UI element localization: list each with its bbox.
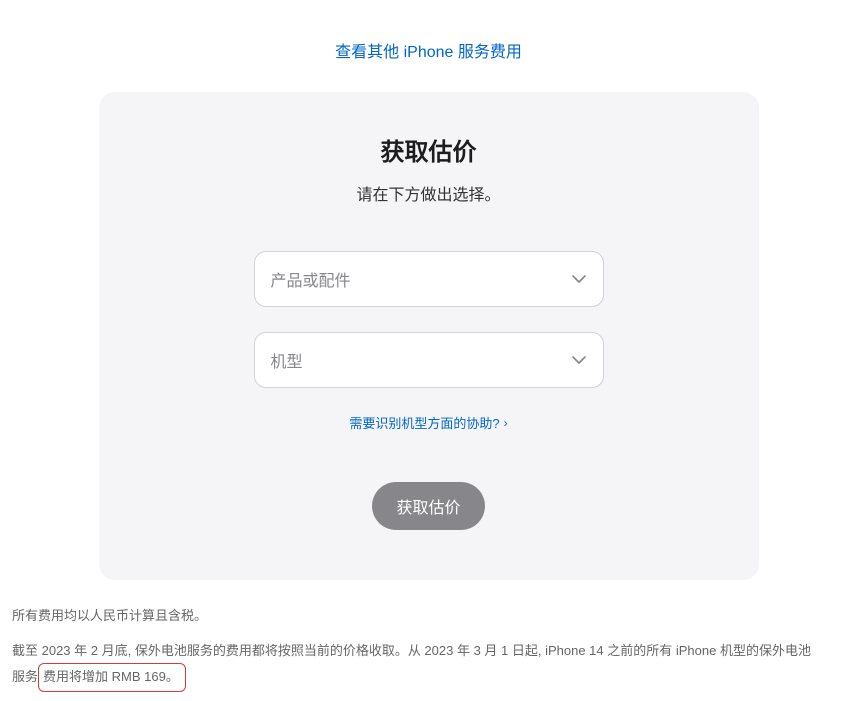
footnote-line1: 所有费用均以人民币计算且含税。 [12, 604, 812, 629]
get-estimate-button[interactable]: 获取估价 [372, 482, 484, 530]
footnote-line2: 截至 2023 年 2 月底, 保外电池服务的费用都将按照当前的价格收取。从 2… [12, 639, 812, 692]
highlighted-price-change: 费用将增加 RMB 169。 [38, 663, 186, 692]
chevron-right-icon: › [504, 416, 508, 430]
product-select-placeholder: 产品或配件 [271, 267, 351, 291]
card-subtitle: 请在下方做出选择。 [139, 181, 719, 205]
estimate-card: 获取估价 请在下方做出选择。 产品或配件 机型 需要识别机型方面的协助? › 获… [99, 92, 759, 580]
model-select[interactable]: 机型 [254, 332, 604, 388]
help-link-text: 需要识别机型方面的协助? [349, 413, 499, 432]
product-select[interactable]: 产品或配件 [254, 251, 604, 307]
other-fees-link[interactable]: 查看其他 iPhone 服务费用 [335, 44, 522, 61]
model-select-placeholder: 机型 [271, 348, 303, 372]
card-title: 获取估价 [139, 132, 719, 167]
identify-model-help-link[interactable]: 需要识别机型方面的协助? › [349, 413, 507, 432]
footnote: 所有费用均以人民币计算且含税。 截至 2023 年 2 月底, 保外电池服务的费… [12, 604, 812, 692]
